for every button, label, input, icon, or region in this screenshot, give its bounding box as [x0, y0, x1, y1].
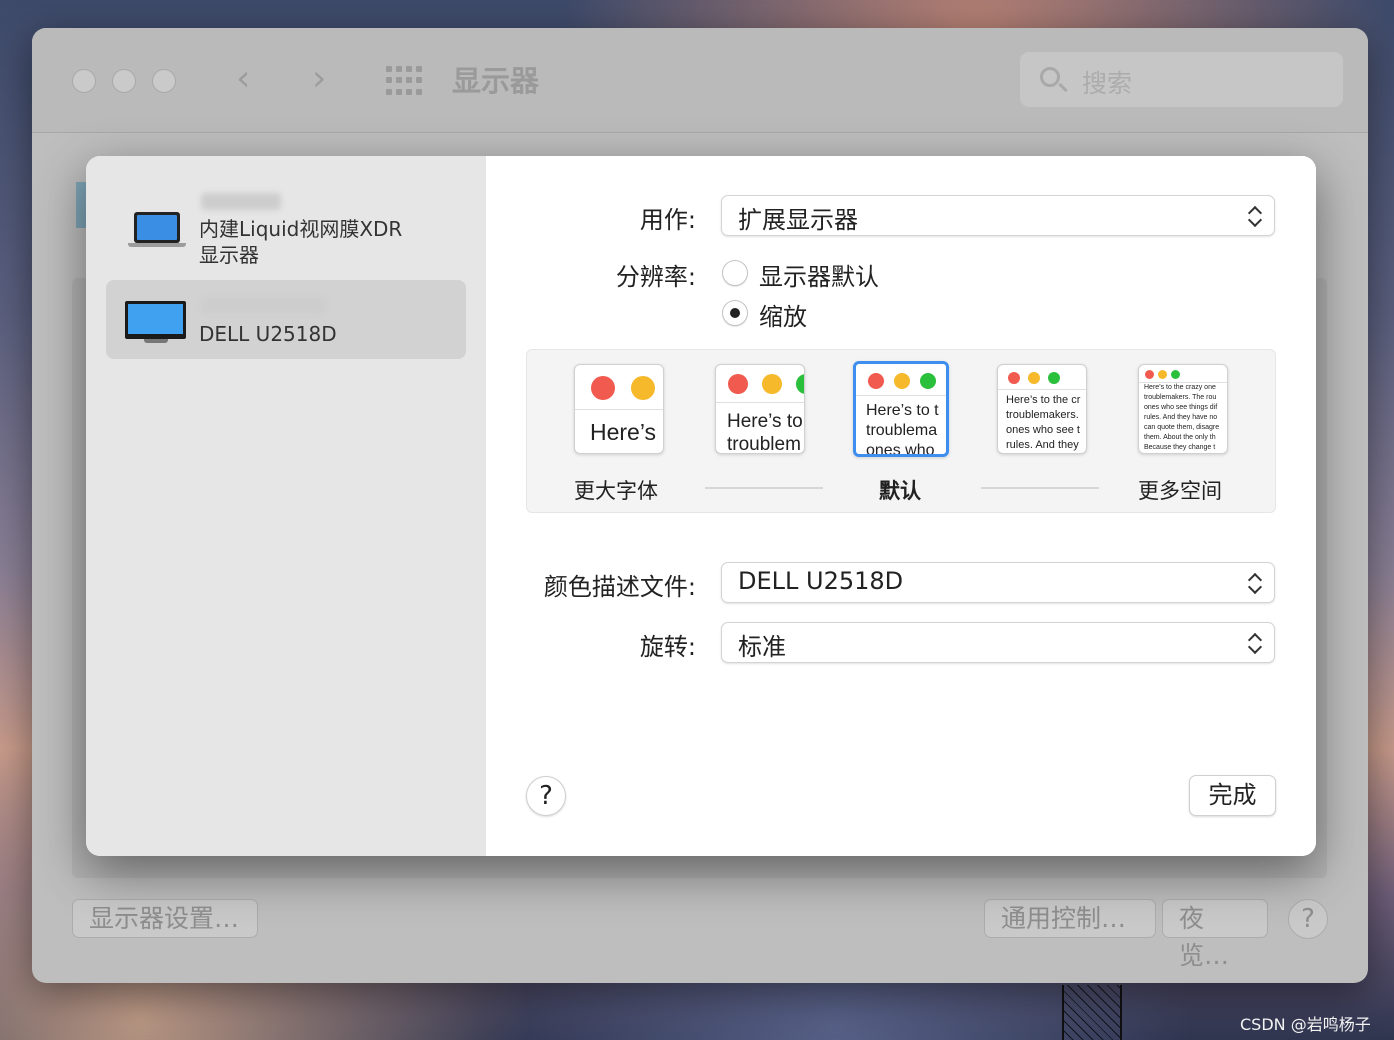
blurred-display-name: [201, 193, 281, 210]
display-settings-panel: 用作: 扩展显示器 分辨率: 显示器默认 缩放 Here’s Here’s to…: [486, 156, 1316, 856]
close-dot-icon: [1145, 370, 1154, 379]
preview-text-line1: Here’s to t: [866, 402, 939, 419]
preview-text-line1: Here’s to: [727, 411, 803, 432]
preview-divider: [856, 395, 946, 396]
popup-arrows-icon: [1248, 631, 1262, 655]
scale-option-2[interactable]: Here’s to troublem: [715, 364, 805, 454]
zoom-dot-icon: [920, 373, 936, 389]
builtin-display-name: 内建Liquid视网膜XDR: [199, 217, 403, 241]
preview-text-line6: them. About the only th: [1144, 434, 1216, 441]
scale-options-panel: Here’s Here’s to troublem Here’s to t tr…: [526, 349, 1276, 513]
color-profile-label: 颜色描述文件:: [543, 573, 696, 601]
close-dot-icon: [1008, 372, 1020, 384]
resolution-default-radio[interactable]: [722, 260, 748, 286]
back-chevron-icon[interactable]: ‹: [236, 58, 250, 99]
zoom-dot-icon: [796, 374, 804, 394]
preview-text-line2: troublemakers.: [1006, 409, 1079, 421]
rotation-label: 旋转:: [639, 633, 696, 661]
color-profile-popup[interactable]: DELL U2518D: [721, 562, 1275, 603]
blurred-display-name: [201, 297, 326, 314]
rotation-popup[interactable]: 标准: [721, 622, 1275, 663]
laptop-display-icon: [134, 212, 180, 243]
scale-option-default[interactable]: Here’s to t troublema ones who: [853, 361, 949, 457]
preview-text-line2: troublem: [727, 434, 801, 454]
preview-text-line4: rules. And they: [1006, 439, 1079, 451]
close-dot-icon: [868, 373, 884, 389]
zoom-dot-icon: [1171, 370, 1180, 379]
zoom-dot-icon: [1048, 372, 1060, 384]
forward-chevron-icon[interactable]: ›: [312, 58, 326, 99]
minimize-window-button[interactable]: [112, 69, 136, 93]
scale-slider-track-left: [705, 487, 823, 489]
preview-text-line2: troublema: [866, 422, 938, 439]
zoom-window-button[interactable]: [152, 69, 176, 93]
rotation-value: 标准: [738, 633, 786, 661]
resolution-label: 分辨率:: [615, 263, 696, 291]
use-as-value: 扩展显示器: [738, 206, 858, 234]
preview-divider: [998, 389, 1086, 390]
color-profile-value: DELL U2518D: [738, 567, 904, 595]
close-dot-icon: [728, 374, 748, 394]
universal-control-button[interactable]: 通用控制…: [984, 899, 1156, 938]
preview-text-line3: ones who: [866, 442, 935, 457]
csdn-watermark: CSDN @岩鸣杨子: [1240, 1015, 1371, 1034]
preview-text-line1: Here’s to the crazy one: [1144, 384, 1216, 391]
popup-arrows-icon: [1248, 571, 1262, 595]
scale-option-larger-text[interactable]: Here’s: [574, 364, 664, 454]
preview-text-line3: ones who see t: [1006, 424, 1080, 436]
scale-caption-default: 默认: [879, 479, 921, 503]
preview-text-line5: can quote them, disagre: [1144, 424, 1220, 431]
resolution-scaled-label[interactable]: 缩放: [759, 297, 807, 332]
preview-divider: [716, 402, 804, 403]
use-as-label: 用作:: [639, 206, 696, 234]
preview-text-line4: rules. And they have no: [1144, 414, 1218, 421]
scale-slider-track-right: [981, 487, 1099, 489]
monitor-stand-icon: [144, 339, 168, 343]
preview-divider: [575, 409, 663, 410]
display-settings-button[interactable]: 显示器设置…: [72, 899, 258, 938]
close-dot-icon: [591, 376, 615, 400]
preview-text-line7: Because they change t: [1144, 444, 1216, 451]
night-shift-button[interactable]: 夜览…: [1162, 899, 1268, 970]
minimize-dot-icon: [1028, 372, 1040, 384]
show-all-grid-icon[interactable]: [386, 66, 422, 96]
display-list-sidebar: 内建Liquid视网膜XDR 显示器 DELL U2518D: [86, 156, 486, 856]
scale-option-4[interactable]: Here’s to the cr troublemakers. ones who…: [997, 364, 1087, 454]
minimize-dot-icon: [631, 376, 655, 400]
builtin-display-name-line2: 显示器: [199, 243, 259, 267]
laptop-base-icon: [128, 243, 186, 247]
sheet-help-button[interactable]: ?: [526, 776, 566, 816]
display-settings-sheet: 内建Liquid视网膜XDR 显示器 DELL U2518D 用作: 扩展显示器…: [86, 156, 1316, 856]
preview-text: Here’s: [590, 419, 657, 445]
title-bar: ‹ › 显示器 搜索: [32, 28, 1368, 133]
minimize-dot-icon: [1158, 370, 1167, 379]
use-as-popup[interactable]: 扩展显示器: [721, 195, 1275, 236]
external-monitor-icon: [125, 301, 186, 339]
popup-arrows-icon: [1248, 204, 1262, 228]
preview-text-line3: ones who see things dif: [1144, 404, 1218, 411]
preview-text-line2: troublemakers. The rou: [1144, 394, 1217, 401]
search-placeholder: 搜索: [1082, 69, 1133, 98]
radio-tower-image: [1062, 985, 1122, 1040]
close-window-button[interactable]: [72, 69, 96, 93]
scale-option-more-space[interactable]: Here’s to the crazy one troublemakers. T…: [1138, 364, 1228, 454]
resolution-default-label[interactable]: 显示器默认: [759, 257, 879, 292]
resolution-scaled-radio[interactable]: [722, 300, 748, 326]
done-button[interactable]: 完成: [1189, 775, 1276, 816]
search-icon: [1040, 67, 1060, 87]
minimize-dot-icon: [894, 373, 910, 389]
search-field[interactable]: 搜索: [1020, 52, 1343, 107]
scale-caption-larger-text: 更大字体: [574, 479, 658, 503]
window-help-button[interactable]: ?: [1288, 899, 1328, 939]
scale-caption-more-space: 更多空间: [1138, 479, 1222, 503]
preview-divider: [1139, 382, 1227, 383]
window-title: 显示器: [452, 64, 540, 98]
minimize-dot-icon: [762, 374, 782, 394]
dell-display-name: DELL U2518D: [199, 322, 337, 346]
preview-text-line1: Here’s to the cr: [1006, 394, 1081, 406]
